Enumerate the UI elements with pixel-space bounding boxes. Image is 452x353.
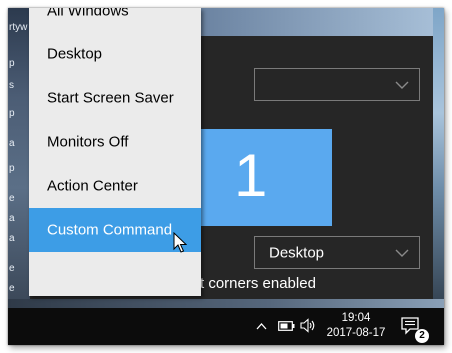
battery-icon[interactable] [278, 321, 295, 331]
corner-action-value: Desktop [269, 244, 325, 261]
menu-item-label: All Windows [47, 8, 129, 20]
desktop-icon-label: p [9, 58, 15, 69]
menu-item-desktop[interactable]: Desktop [29, 32, 201, 76]
screenshot-frame: rtyw p s p a p e a a e e 1 Desktop t cor… [8, 8, 444, 345]
menu-item-label: Action Center [47, 177, 138, 195]
corner-action-dropdown[interactable]: Desktop [254, 236, 420, 269]
monitor-number: 1 [234, 142, 268, 209]
chevron-up-icon[interactable] [256, 323, 267, 330]
menu-item-all-windows[interactable]: All Windows [29, 8, 201, 33]
taskbar: 19:04 2017-08-17 2 [8, 308, 444, 345]
clock-date: 2017-08-17 [326, 327, 386, 339]
desktop-icon-label: s [9, 80, 14, 91]
clock-time: 19:04 [341, 312, 371, 324]
menu-item-label: Start Screen Saver [47, 89, 174, 107]
desktop-icon-label: e [9, 283, 15, 294]
mouse-pointer-icon [173, 232, 187, 253]
chevron-down-icon [395, 81, 409, 89]
volume-icon[interactable] [300, 318, 316, 333]
desktop-icon-label: e [9, 263, 15, 274]
desktop-icon-label: a [9, 138, 15, 149]
desktop-background-right [433, 8, 444, 308]
menu-item-label: Custom Command [47, 221, 173, 239]
desktop-icon-label: e [9, 193, 15, 204]
menu-item-label: Desktop [47, 45, 103, 63]
desktop-icon-label: p [9, 163, 15, 174]
desktop-icon-label: a [9, 213, 15, 224]
desktop-background-left: rtyw p s p a p e a a e e [8, 8, 30, 308]
menu-item-monitors-off[interactable]: Monitors Off [29, 120, 201, 164]
hot-corners-status-text: t corners enabled [200, 275, 316, 292]
desktop-icon-label: rtyw [9, 22, 28, 33]
notification-count-badge: 2 [415, 329, 429, 343]
menu-item-action-center[interactable]: Action Center [29, 164, 201, 208]
desktop-background-bottom [8, 299, 444, 308]
desktop-icon-label: p [9, 108, 15, 119]
menu-item-label: Monitors Off [47, 133, 129, 151]
desktop-icon-label: a [9, 233, 15, 244]
taskbar-clock[interactable]: 19:04 2017-08-17 [324, 311, 388, 341]
display-select-dropdown[interactable] [254, 68, 420, 101]
chevron-down-icon [395, 249, 409, 257]
menu-item-start-screen-saver[interactable]: Start Screen Saver [29, 76, 201, 120]
